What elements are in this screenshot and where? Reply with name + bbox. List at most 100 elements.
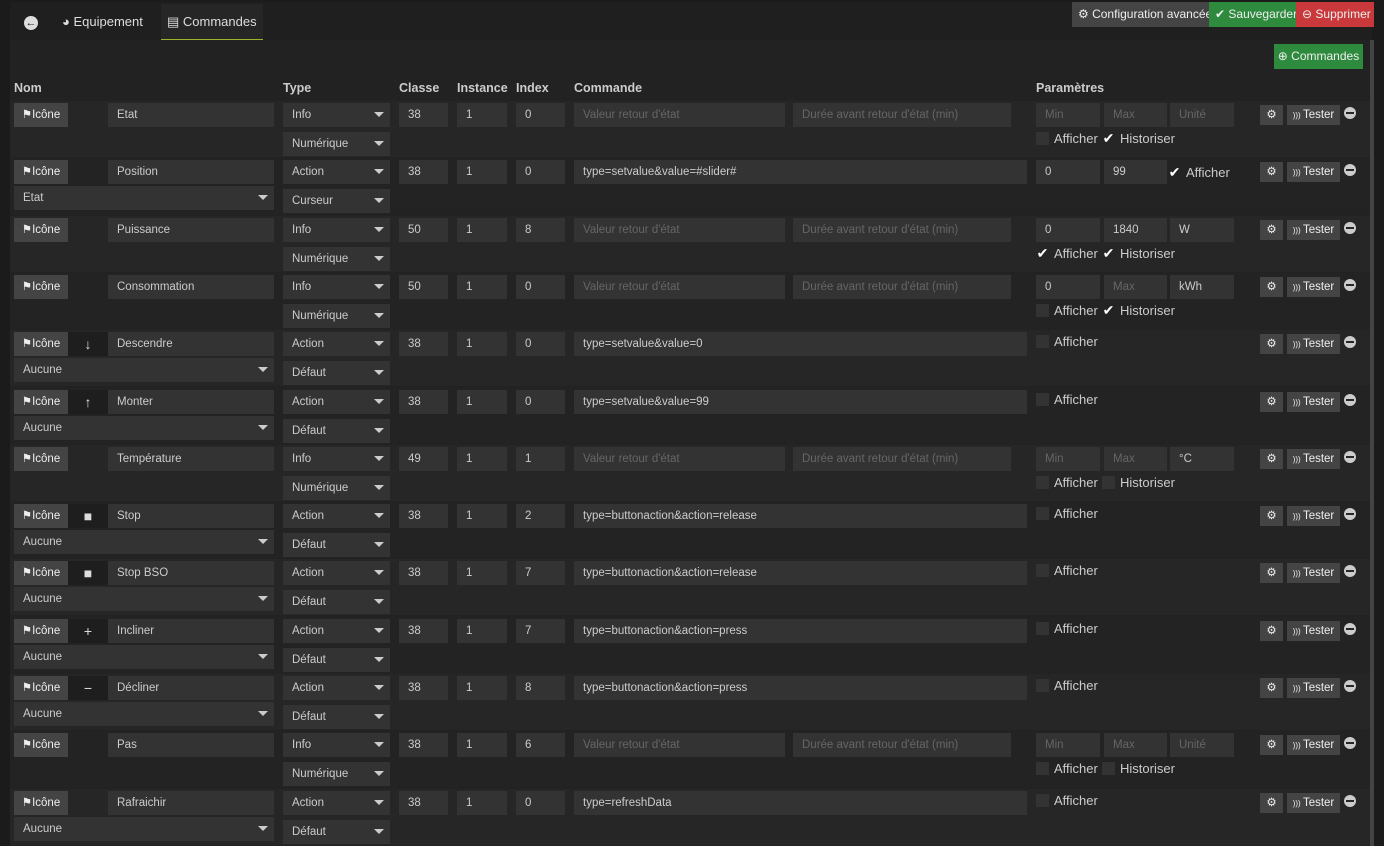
historiser-checkbox[interactable]: ✔ Historiser bbox=[1102, 246, 1175, 262]
subtype-select[interactable]: Numérique bbox=[283, 132, 390, 156]
historiser-checkbox[interactable]: Historiser bbox=[1102, 475, 1175, 491]
name-input[interactable]: Position bbox=[108, 160, 274, 185]
name-input[interactable]: Décliner bbox=[108, 676, 274, 700]
value-link-select[interactable]: Aucune bbox=[14, 587, 274, 612]
index-input[interactable]: 0 bbox=[516, 160, 565, 185]
remove-command-icon[interactable] bbox=[1344, 221, 1356, 234]
afficher-checkbox[interactable]: ✔ Afficher bbox=[1036, 246, 1098, 262]
historiser-checkbox[interactable]: ✔ Historiser bbox=[1102, 303, 1175, 319]
subtype-select[interactable]: Défaut bbox=[283, 590, 390, 615]
type-select[interactable]: Action bbox=[283, 389, 390, 414]
test-button[interactable]: ))) Tester bbox=[1287, 678, 1340, 698]
value-link-select[interactable]: Aucune bbox=[14, 816, 274, 841]
subtype-select[interactable]: Défaut bbox=[283, 533, 390, 558]
index-input[interactable]: 7 bbox=[516, 618, 565, 643]
value-link-select[interactable]: Aucune bbox=[14, 358, 274, 383]
return-delay-input[interactable]: Durée avant retour d'état (min) bbox=[793, 103, 1011, 127]
test-button[interactable]: ))) Tester bbox=[1287, 563, 1340, 584]
type-select[interactable]: Action bbox=[283, 504, 390, 529]
afficher-checkbox[interactable]: Afficher bbox=[1036, 334, 1098, 350]
subtype-select[interactable]: Numérique bbox=[283, 246, 390, 271]
max-input[interactable]: Max bbox=[1104, 733, 1167, 758]
subtype-select[interactable]: Défaut bbox=[283, 705, 390, 729]
value-link-select[interactable]: Aucune bbox=[14, 644, 274, 669]
classe-input[interactable]: 38 bbox=[399, 733, 448, 758]
index-input[interactable]: 0 bbox=[516, 103, 565, 127]
command-input[interactable]: type=buttonaction&action=press bbox=[574, 618, 1027, 643]
instance-input[interactable]: 1 bbox=[457, 389, 507, 414]
classe-input[interactable]: 50 bbox=[399, 217, 448, 242]
classe-input[interactable]: 38 bbox=[399, 504, 448, 529]
value-link-select[interactable]: Etat bbox=[14, 186, 274, 211]
index-input[interactable]: 0 bbox=[516, 332, 565, 357]
name-input[interactable]: Incliner bbox=[108, 618, 274, 643]
icon-button[interactable]: ⚑Icône bbox=[14, 389, 68, 414]
advanced-settings-button[interactable]: ⚙ bbox=[1260, 620, 1283, 641]
test-button[interactable]: ))) Tester bbox=[1287, 792, 1340, 813]
max-input[interactable]: Max bbox=[1104, 446, 1167, 471]
name-input[interactable]: Etat bbox=[108, 103, 274, 127]
return-delay-input[interactable]: Durée avant retour d'état (min) bbox=[793, 274, 1011, 299]
test-button[interactable]: ))) Tester bbox=[1287, 448, 1340, 469]
return-delay-input[interactable]: Durée avant retour d'état (min) bbox=[793, 446, 1011, 471]
classe-input[interactable]: 38 bbox=[399, 160, 448, 185]
index-input[interactable]: 0 bbox=[516, 389, 565, 414]
afficher-checkbox[interactable]: Afficher bbox=[1036, 131, 1098, 147]
value-return-input[interactable]: Valeur retour d'état bbox=[574, 446, 785, 471]
instance-input[interactable]: 1 bbox=[457, 733, 507, 758]
scrollbar[interactable] bbox=[1370, 40, 1374, 846]
save-button[interactable]: ✔ Sauvegarder bbox=[1209, 2, 1297, 27]
max-input[interactable]: Max bbox=[1104, 274, 1167, 299]
advanced-settings-button[interactable]: ⚙ bbox=[1260, 792, 1283, 813]
test-button[interactable]: ))) Tester bbox=[1287, 506, 1340, 527]
remove-command-icon[interactable] bbox=[1344, 737, 1356, 750]
unit-input[interactable]: °C bbox=[1170, 446, 1234, 471]
index-input[interactable]: 0 bbox=[516, 274, 565, 299]
test-button[interactable]: ))) Tester bbox=[1287, 105, 1340, 125]
icon-button[interactable]: ⚑Icône bbox=[14, 160, 68, 185]
icon-button[interactable]: ⚑Icône bbox=[14, 561, 68, 586]
test-button[interactable]: ))) Tester bbox=[1287, 735, 1340, 756]
remove-command-icon[interactable] bbox=[1344, 393, 1356, 406]
afficher-checkbox[interactable]: ✔ Afficher bbox=[1168, 165, 1230, 181]
index-input[interactable]: 8 bbox=[516, 676, 565, 700]
remove-command-icon[interactable] bbox=[1344, 164, 1356, 177]
return-delay-input[interactable]: Durée avant retour d'état (min) bbox=[793, 733, 1011, 758]
icon-button[interactable]: ⚑Icône bbox=[14, 103, 68, 127]
classe-input[interactable]: 38 bbox=[399, 618, 448, 643]
instance-input[interactable]: 1 bbox=[457, 561, 507, 586]
icon-button[interactable]: ⚑Icône bbox=[14, 217, 68, 242]
advanced-settings-button[interactable]: ⚙ bbox=[1260, 563, 1283, 584]
advanced-settings-button[interactable]: ⚙ bbox=[1260, 219, 1283, 240]
advanced-settings-button[interactable]: ⚙ bbox=[1260, 334, 1283, 355]
advanced-settings-button[interactable]: ⚙ bbox=[1260, 506, 1283, 527]
remove-command-icon[interactable] bbox=[1344, 450, 1356, 463]
test-button[interactable]: ))) Tester bbox=[1287, 334, 1340, 355]
type-select[interactable]: Action bbox=[283, 676, 390, 700]
subtype-select[interactable]: Curseur bbox=[283, 189, 390, 214]
classe-input[interactable]: 49 bbox=[399, 446, 448, 471]
test-button[interactable]: ))) Tester bbox=[1287, 391, 1340, 412]
max-input[interactable]: Max bbox=[1104, 103, 1167, 127]
max-input[interactable]: 99 bbox=[1104, 160, 1167, 185]
subtype-select[interactable]: Numérique bbox=[283, 762, 390, 787]
advanced-settings-button[interactable]: ⚙ bbox=[1260, 735, 1283, 756]
afficher-checkbox[interactable]: Afficher bbox=[1036, 761, 1098, 777]
name-input[interactable]: Consommation bbox=[108, 274, 274, 299]
unit-input[interactable]: Unité bbox=[1170, 103, 1234, 127]
tab-equipement[interactable]: ◕ Equipement bbox=[56, 4, 149, 40]
instance-input[interactable]: 1 bbox=[457, 332, 507, 357]
advanced-config-button[interactable]: ⚙ Configuration avancée bbox=[1072, 2, 1212, 27]
value-return-input[interactable]: Valeur retour d'état bbox=[574, 103, 785, 127]
tab-commandes[interactable]: ▤ Commandes bbox=[161, 4, 263, 40]
value-link-select[interactable]: Aucune bbox=[14, 702, 274, 726]
subtype-select[interactable]: Défaut bbox=[283, 418, 390, 443]
subtype-select[interactable]: Défaut bbox=[283, 361, 390, 386]
classe-input[interactable]: 50 bbox=[399, 274, 448, 299]
subtype-select[interactable]: Numérique bbox=[283, 303, 390, 328]
classe-input[interactable]: 38 bbox=[399, 790, 448, 815]
instance-input[interactable]: 1 bbox=[457, 676, 507, 700]
advanced-settings-button[interactable]: ⚙ bbox=[1260, 276, 1283, 297]
name-input[interactable]: Rafraichir bbox=[108, 790, 274, 815]
icon-button[interactable]: ⚑Icône bbox=[14, 733, 68, 758]
